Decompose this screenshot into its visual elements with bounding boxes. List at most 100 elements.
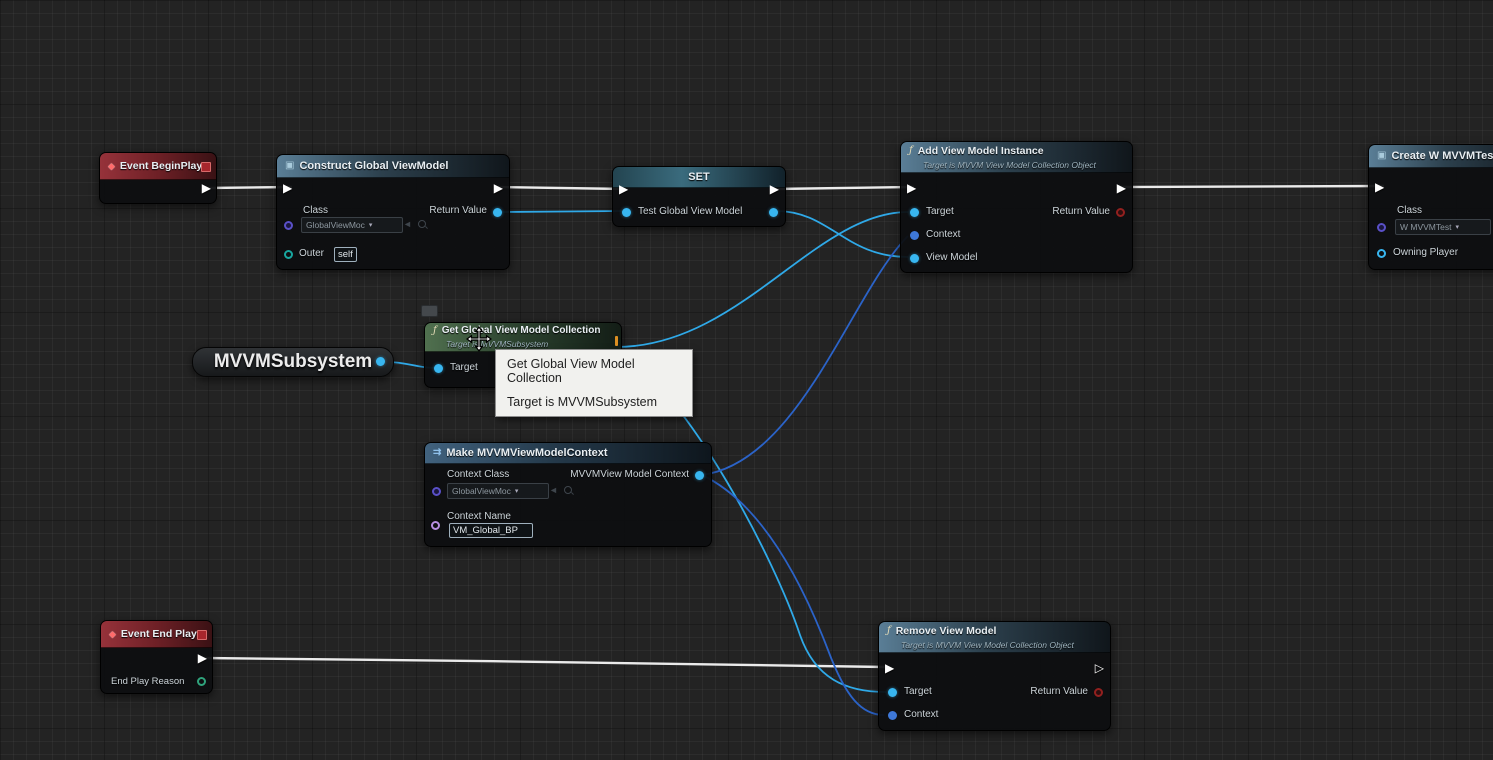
move-cursor-icon bbox=[466, 326, 492, 357]
node-title: SET bbox=[688, 171, 709, 183]
blueprint-graph-canvas[interactable]: ◆ Event BeginPlay ▶ ▣ Construct Global V… bbox=[0, 0, 1493, 760]
wire-exec-set-addvmi bbox=[774, 187, 914, 189]
node-header: ƒ Add View Model Instance Target is MVVM… bbox=[901, 142, 1132, 173]
view-model-pin-label: View Model bbox=[926, 252, 978, 263]
exec-out-pin[interactable]: ▶ bbox=[1117, 182, 1126, 194]
target-pin[interactable] bbox=[910, 208, 919, 217]
context-name-pin[interactable] bbox=[431, 521, 440, 530]
outer-value-input[interactable]: self bbox=[334, 247, 357, 262]
wire-exec-endplay-removevm bbox=[203, 658, 886, 667]
class-pin[interactable] bbox=[284, 221, 293, 230]
variable-in-pin[interactable] bbox=[622, 208, 631, 217]
chevron-down-icon: ▾ bbox=[1455, 223, 1459, 231]
use-selected-icon[interactable]: ◄ bbox=[549, 485, 558, 495]
class-pin[interactable] bbox=[1377, 223, 1386, 232]
node-tooltip: Get Global View Model Collection Target … bbox=[495, 349, 693, 417]
node-title: Event BeginPlay bbox=[120, 160, 202, 172]
return-value-label: Return Value bbox=[1030, 686, 1088, 697]
return-value-pin[interactable] bbox=[1116, 208, 1125, 217]
view-model-pin[interactable] bbox=[910, 254, 919, 263]
class-quick-actions: ◄ bbox=[403, 219, 426, 229]
comment-bubble-icon[interactable] bbox=[421, 305, 438, 317]
class-pin-label: Class bbox=[303, 205, 328, 216]
return-value-pin[interactable] bbox=[1094, 688, 1103, 697]
context-pin-label: Context bbox=[926, 229, 960, 240]
exec-in-pin[interactable]: ▶ bbox=[283, 182, 292, 194]
node-header: ƒ Get Global View Model Collection Targe… bbox=[425, 323, 621, 352]
wire-makecontext-removevm-context bbox=[702, 475, 884, 715]
node-header: ◆ Event End Play bbox=[101, 621, 212, 648]
return-value-label: Return Value bbox=[1052, 206, 1110, 217]
owning-player-pin[interactable] bbox=[1377, 249, 1386, 258]
node-construct-global-viewmodel[interactable]: ▣ Construct Global ViewModel ▶ ▶ Class G… bbox=[276, 154, 510, 270]
context-name-input[interactable]: VM_Global_BP bbox=[449, 523, 533, 538]
make-struct-icon: ⇉ bbox=[433, 448, 441, 458]
node-subtitle: Target is MVVM View Model Collection Obj… bbox=[901, 640, 1102, 650]
browse-icon[interactable] bbox=[418, 220, 426, 228]
exec-out-pin[interactable]: ▶ bbox=[770, 183, 779, 195]
context-class-dropdown[interactable]: GlobalViewMoc ▾ bbox=[447, 483, 549, 499]
exec-out-pin[interactable]: ▶ bbox=[198, 652, 207, 664]
node-header: ƒ Remove View Model Target is MVVM View … bbox=[879, 622, 1110, 653]
node-make-mvvm-view-model-context[interactable]: ⇉ Make MVVMViewModelContext Context Clas… bbox=[424, 442, 712, 547]
node-create-widget[interactable]: ▣ Create W MVVMTest Wi ▶ Class W MVVMTes… bbox=[1368, 144, 1493, 270]
class-quick-actions: ◄ bbox=[549, 485, 572, 495]
node-header: ▣ Create W MVVMTest Wi bbox=[1369, 145, 1493, 168]
return-value-pin[interactable] bbox=[493, 208, 502, 217]
context-out-pin[interactable] bbox=[695, 471, 704, 480]
end-play-reason-pin[interactable] bbox=[197, 677, 206, 686]
node-event-beginplay[interactable]: ◆ Event BeginPlay ▶ bbox=[99, 152, 217, 204]
construct-icon: ▣ bbox=[285, 161, 294, 171]
function-icon: ƒ bbox=[909, 146, 913, 156]
owning-player-label: Owning Player bbox=[1393, 247, 1458, 258]
variable-label: Test Global View Model bbox=[638, 206, 742, 217]
event-icon: ◆ bbox=[109, 630, 116, 639]
class-dropdown[interactable]: W MVVMTest ▾ bbox=[1395, 219, 1491, 235]
context-class-pin[interactable] bbox=[432, 487, 441, 496]
delegate-pin[interactable] bbox=[201, 162, 211, 172]
target-pin-label: Target bbox=[904, 686, 932, 697]
outer-pin-label: Outer bbox=[299, 248, 324, 259]
exec-in-pin[interactable]: ▶ bbox=[1375, 181, 1384, 193]
tooltip-title: Get Global View Model Collection bbox=[507, 357, 681, 385]
node-mvvm-subsystem[interactable]: MVVMSubsystem bbox=[192, 347, 394, 377]
wire-exec-addvmi-createwidget bbox=[1119, 186, 1384, 187]
exec-out-pin[interactable]: ▷ bbox=[1095, 662, 1104, 674]
node-add-view-model-instance[interactable]: ƒ Add View Model Instance Target is MVVM… bbox=[900, 141, 1133, 273]
exec-out-pin[interactable]: ▶ bbox=[202, 182, 211, 194]
exec-in-pin[interactable]: ▶ bbox=[885, 662, 894, 674]
class-dropdown-value: W MVVMTest bbox=[1400, 222, 1451, 232]
node-remove-view-model[interactable]: ƒ Remove View Model Target is MVVM View … bbox=[878, 621, 1111, 731]
exec-in-pin[interactable]: ▶ bbox=[619, 183, 628, 195]
node-header: ▣ Construct Global ViewModel bbox=[277, 155, 509, 178]
node-header: ⇉ Make MVVMViewModelContext bbox=[425, 443, 711, 464]
target-pin[interactable] bbox=[434, 364, 443, 373]
use-selected-icon[interactable]: ◄ bbox=[403, 219, 412, 229]
node-title: Event End Play bbox=[121, 628, 197, 640]
node-header: ◆ Event BeginPlay bbox=[100, 153, 216, 180]
class-dropdown[interactable]: GlobalViewMoc ▾ bbox=[301, 217, 403, 233]
subsystem-out-pin[interactable] bbox=[376, 357, 385, 366]
wire-getvmc-addvmi-target bbox=[616, 212, 908, 347]
class-dropdown-value: GlobalViewMoc bbox=[306, 220, 365, 230]
context-pin[interactable] bbox=[910, 231, 919, 240]
node-subtitle: Target is MVVM View Model Collection Obj… bbox=[923, 160, 1124, 170]
browse-icon[interactable] bbox=[564, 486, 572, 494]
context-pin[interactable] bbox=[888, 711, 897, 720]
node-set-test-global-view-model[interactable]: SET ▶ ▶ Test Global View Model bbox=[612, 166, 786, 227]
node-title: Add View Model Instance bbox=[918, 145, 1044, 157]
variable-out-pin[interactable] bbox=[769, 208, 778, 217]
target-pin[interactable] bbox=[888, 688, 897, 697]
delegate-pin[interactable] bbox=[197, 630, 207, 640]
chevron-down-icon: ▾ bbox=[369, 221, 373, 229]
context-pin-label: Context bbox=[904, 709, 938, 720]
warning-mark bbox=[615, 336, 618, 346]
end-play-reason-label: End Play Reason bbox=[111, 676, 184, 687]
exec-in-pin[interactable]: ▶ bbox=[907, 182, 916, 194]
node-event-end-play[interactable]: ◆ Event End Play ▶ End Play Reason bbox=[100, 620, 213, 694]
context-name-label: Context Name bbox=[447, 511, 511, 522]
class-dropdown-value: GlobalViewMoc bbox=[452, 486, 511, 496]
wire-makecontext-addvmi-context bbox=[702, 236, 908, 475]
outer-pin[interactable] bbox=[284, 250, 293, 259]
exec-out-pin[interactable]: ▶ bbox=[494, 182, 503, 194]
